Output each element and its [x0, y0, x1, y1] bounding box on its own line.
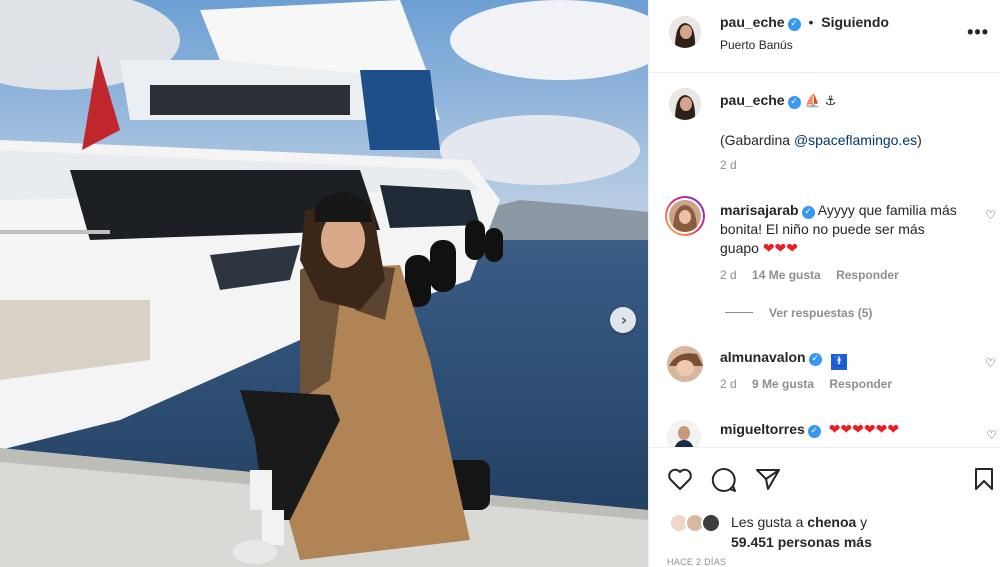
- comment-avatar-migueltorres[interactable]: [667, 420, 701, 447]
- save-bookmark-icon[interactable]: [974, 467, 994, 491]
- verified-badge-icon: ✓: [801, 206, 815, 219]
- view-replies-button[interactable]: Ver respuestas (5): [769, 306, 872, 320]
- comment-time: 2 d: [720, 377, 737, 391]
- follow-status-button[interactable]: Siguiendo: [821, 14, 889, 30]
- avatar-image: [669, 88, 701, 120]
- comment-username[interactable]: almunavalon: [720, 349, 806, 365]
- likes-middle: y: [856, 514, 868, 530]
- post-photo: ›: [0, 0, 648, 567]
- likes-prefix: Les gusta a: [731, 514, 808, 530]
- post-time-ago: HACE 2 DÍAS: [667, 557, 727, 567]
- post-actions-bar: Les gusta a chenoa y 59.451 personas más…: [649, 447, 1000, 567]
- author-username[interactable]: pau_eche: [720, 14, 785, 30]
- comment-bubble-icon[interactable]: [711, 467, 737, 493]
- chevron-right-icon: ›: [620, 311, 628, 329]
- comment-body: marisajarab ✓ Ayyyy que familia más bonit…: [720, 201, 965, 259]
- caption-text-suffix: ): [917, 132, 922, 148]
- like-comment-heart-icon[interactable]: ♡: [986, 428, 997, 442]
- next-photo-button[interactable]: ›: [610, 307, 636, 333]
- mens-room-emoji-icon: 🚹: [831, 354, 848, 370]
- share-send-icon[interactable]: [755, 467, 781, 491]
- like-comment-heart-icon[interactable]: ♡: [985, 208, 996, 222]
- comment-hearts: ❤❤❤: [762, 241, 799, 257]
- comment-hearts: ❤❤❤❤❤❤: [828, 422, 900, 438]
- comment-meta: 2 d 14 Me gusta Responder: [720, 268, 899, 282]
- comment-likes[interactable]: 14 Me gusta: [752, 268, 821, 282]
- post-location[interactable]: Puerto Banús: [720, 38, 793, 52]
- comment-time: 2 d: [720, 268, 737, 282]
- verified-badge-icon: ✓: [808, 353, 822, 366]
- verified-badge-icon: ✓: [807, 425, 821, 438]
- reply-button[interactable]: Responder: [836, 268, 899, 282]
- avatar-image: [669, 16, 701, 48]
- author-avatar[interactable]: [669, 16, 701, 48]
- comment-likes[interactable]: 9 Me gusta: [752, 377, 814, 391]
- comment-meta: 2 d 9 Me gusta Responder: [720, 377, 892, 391]
- verified-badge-icon: ✓: [787, 18, 801, 31]
- likes-summary: Les gusta a chenoa y 59.451 personas más: [731, 512, 872, 552]
- caption-time: 2 d: [720, 158, 737, 172]
- caption-text-prefix: (Gabardina: [720, 132, 794, 148]
- reply-button[interactable]: Responder: [829, 377, 892, 391]
- comment-username[interactable]: marisajarab: [720, 202, 799, 218]
- avatar-image: [667, 420, 701, 447]
- caption-text: (Gabardina @spaceflamingo.es): [720, 131, 922, 150]
- like-comment-heart-icon[interactable]: ♡: [985, 356, 996, 370]
- avatar-image: [667, 346, 703, 382]
- replies-divider: [725, 312, 753, 313]
- caption-emojis: ⛵ ⚓: [804, 94, 837, 109]
- yacht-photo: [0, 0, 648, 567]
- liker-username-link[interactable]: chenoa: [807, 514, 856, 530]
- avatar-image: [669, 200, 701, 232]
- caption-author-avatar[interactable]: [669, 88, 701, 120]
- comment-avatar-marisajarab[interactable]: [665, 196, 705, 236]
- post-side-panel: pau_eche ✓ • Siguiendo Puerto Banús ••• p…: [648, 0, 1000, 567]
- separator-dot: •: [808, 14, 814, 30]
- comment-username[interactable]: migueltorres: [720, 421, 805, 437]
- liker-avatar[interactable]: [701, 513, 721, 533]
- like-heart-icon[interactable]: [667, 467, 693, 491]
- caption-mention-link[interactable]: @spaceflamingo.es: [794, 132, 917, 148]
- more-options-icon[interactable]: •••: [967, 22, 989, 43]
- post-header: pau_eche ✓ • Siguiendo Puerto Banús •••: [649, 0, 1000, 73]
- likes-count-link[interactable]: 59.451 personas más: [731, 534, 872, 550]
- comment-row-partial: migueltorres ✓ ❤❤❤❤❤❤ ♡: [649, 410, 1000, 447]
- verified-badge-icon: ✓: [787, 96, 801, 109]
- caption-author-username[interactable]: pau_eche: [720, 92, 785, 108]
- comment-avatar-almunavalon[interactable]: [667, 346, 703, 382]
